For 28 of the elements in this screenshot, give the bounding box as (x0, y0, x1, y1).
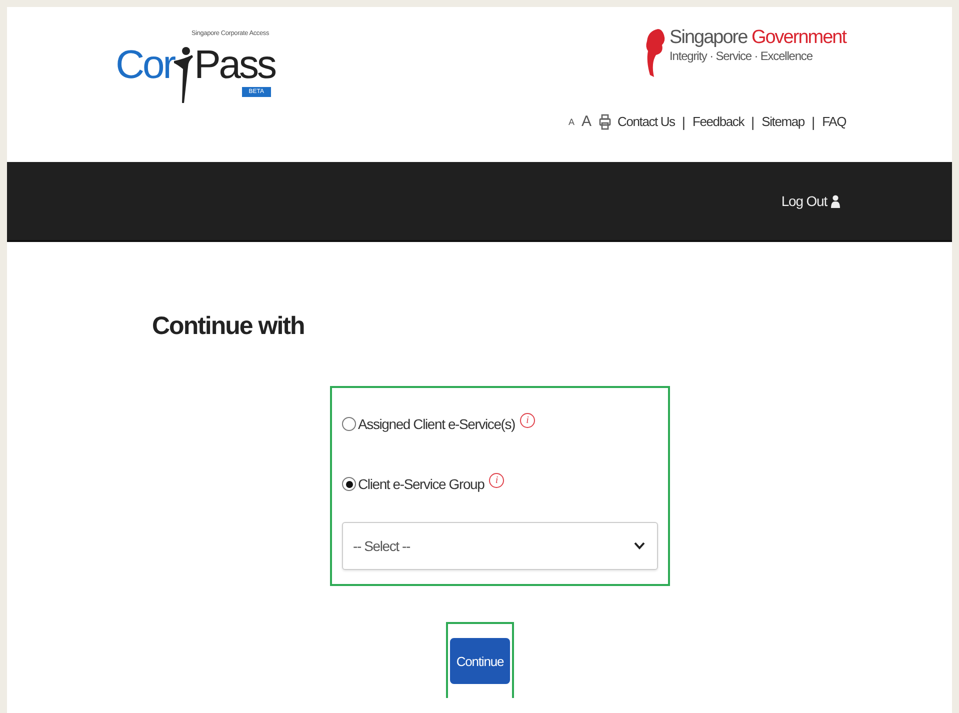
header-link[interactable]: Contact Us (618, 114, 675, 129)
radio-button[interactable] (342, 417, 356, 431)
page-heading: Continue with (152, 312, 306, 341)
continue-button[interactable]: Continue (450, 638, 510, 684)
government-motto: Integrity · Service · Excellence (670, 49, 814, 63)
figure-icon (174, 45, 194, 103)
radio-button[interactable] (342, 477, 356, 491)
user-icon (831, 194, 840, 208)
option-label[interactable]: Assigned Client e-Service(s) (358, 416, 516, 432)
small-font-button[interactable]: A (568, 116, 575, 126)
header-link[interactable]: Sitemap (762, 114, 804, 129)
large-font-button[interactable]: A (582, 113, 592, 130)
government-name: Singapore Government (670, 27, 846, 49)
logout-link[interactable]: Log Out (781, 193, 840, 209)
lion-head-icon (644, 27, 666, 77)
chevron-down-icon (634, 542, 645, 550)
link-separator: | (682, 114, 686, 130)
header-link[interactable]: Feedback (692, 114, 744, 129)
link-separator: | (811, 114, 816, 130)
select-field[interactable]: -- Select -- (342, 522, 658, 570)
print-icon[interactable] (598, 114, 611, 130)
option-label[interactable]: Client e-Service Group (358, 476, 484, 492)
header-link[interactable]: FAQ (822, 114, 846, 129)
info-icon[interactable]: i (489, 472, 504, 488)
logo-text: Cor (116, 45, 174, 85)
link-separator: | (751, 114, 755, 130)
logo-text: Pass (194, 45, 275, 85)
info-icon[interactable]: i (520, 412, 536, 428)
